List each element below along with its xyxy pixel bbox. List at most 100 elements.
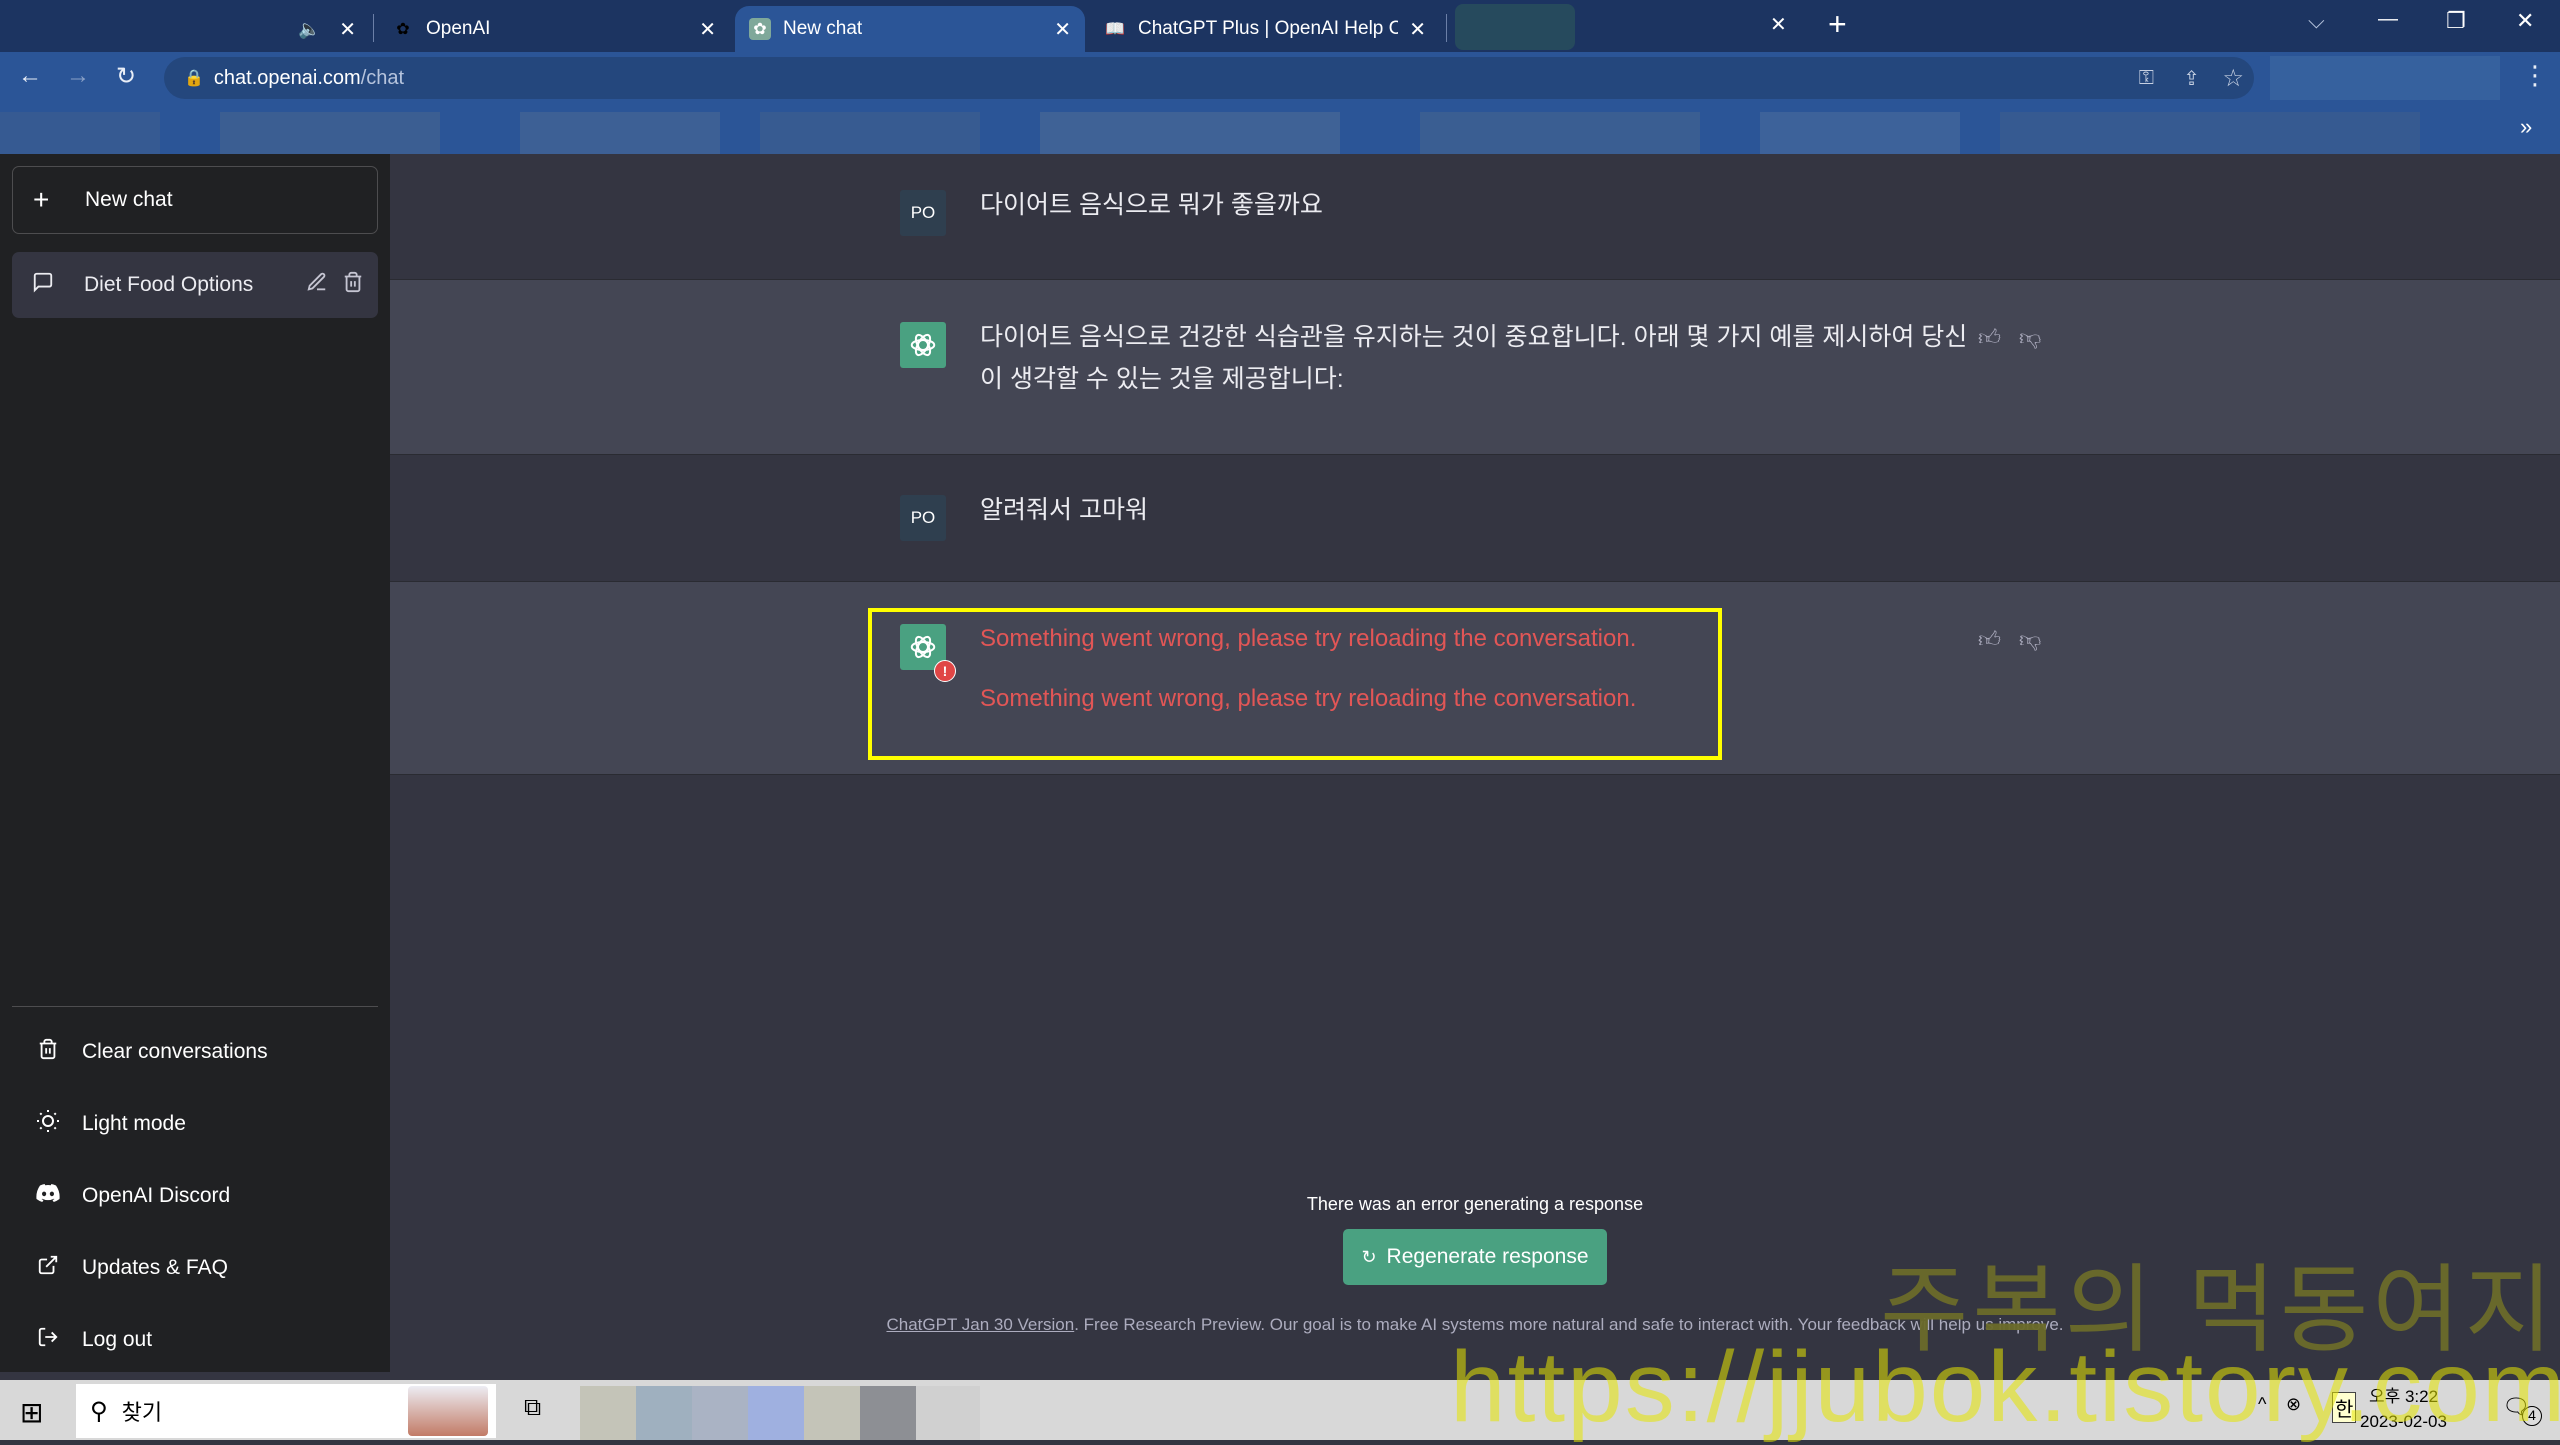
message-text: 알려줘서 고마워 xyxy=(980,496,1148,524)
blurred-taskbar-apps[interactable] xyxy=(580,1386,980,1440)
blurred-tab[interactable] xyxy=(1455,4,1575,50)
tab-close-button[interactable]: ✕ xyxy=(1054,17,1071,42)
tab-separator xyxy=(1446,14,1447,42)
tab-close-button[interactable]: ✕ xyxy=(1409,17,1426,42)
edit-pencil-icon[interactable] xyxy=(306,271,328,299)
light-mode-button[interactable]: Light mode xyxy=(12,1094,378,1154)
message-row-assistant: 다이어트 음식으로 건강한 식습관을 유지하는 것이 중요합니다. 아래 몇 가… xyxy=(390,280,2560,455)
menu-label: Updates & FAQ xyxy=(82,1256,228,1279)
tab-close-button[interactable]: ✕ xyxy=(339,17,356,42)
url-text[interactable]: chat.openai.com/chat xyxy=(214,67,404,90)
blurred-bookmark[interactable] xyxy=(520,112,720,154)
tab-muted[interactable]: 🔈 ✕ xyxy=(290,6,370,52)
blurred-bookmark[interactable] xyxy=(1760,112,1960,154)
blurred-bookmark[interactable] xyxy=(1040,112,1340,154)
forward-icon[interactable]: → xyxy=(66,62,90,90)
chatgpt-logo-icon: ✿ xyxy=(749,18,771,40)
sidebar: + New chat Diet Food Options Clear conve… xyxy=(0,154,390,1372)
menu-label: Clear conversations xyxy=(82,1040,268,1063)
restore-button[interactable]: ❐ xyxy=(2446,8,2466,34)
thumbs-up-icon[interactable]: 👍︎ xyxy=(1978,626,2001,653)
feedback-buttons: 👍︎ 👎︎ xyxy=(1978,324,2041,351)
menu-kebab-icon[interactable]: ⋮ xyxy=(2522,60,2548,91)
search-label: 찾기 xyxy=(121,1400,163,1425)
blurred-bookmark[interactable] xyxy=(220,112,440,154)
book-icon: 📖 xyxy=(1105,21,1125,38)
reload-icon[interactable]: ↻ xyxy=(116,62,136,91)
openai-discord-link[interactable]: OpenAI Discord xyxy=(12,1166,378,1226)
tab-new-chat[interactable]: ✿ New chat ✕ xyxy=(735,6,1085,52)
openai-logo-icon: ✿ xyxy=(396,21,410,38)
updates-faq-link[interactable]: Updates & FAQ xyxy=(12,1238,378,1298)
blurred-bookmark[interactable] xyxy=(1420,112,1700,154)
tab-search-button[interactable]: ⌵ xyxy=(2308,8,2325,34)
back-icon[interactable]: ← xyxy=(18,62,42,90)
thumbs-down-icon[interactable]: 👎︎ xyxy=(2019,324,2041,351)
browser-toolbar: ← → ↻ 🔒 chat.openai.com/chat ⚿ ⇪ ☆ ⋮ xyxy=(0,52,2560,102)
menu-label: Log out xyxy=(82,1328,153,1351)
regenerate-label: Regenerate response xyxy=(1386,1245,1589,1268)
log-out-button[interactable]: Log out xyxy=(12,1310,378,1370)
trash-icon xyxy=(30,1038,66,1066)
bookmark-star-icon[interactable]: ☆ xyxy=(2222,64,2244,93)
speaker-icon[interactable]: 🔈 xyxy=(298,19,320,40)
task-view-icon[interactable]: ⧉ xyxy=(524,1394,541,1422)
menu-label: OpenAI Discord xyxy=(82,1184,231,1207)
tab-title: New chat xyxy=(783,18,863,39)
windows-start-icon[interactable]: ⊞ xyxy=(20,1396,43,1429)
thumbs-down-icon[interactable]: 👎︎ xyxy=(2019,626,2041,653)
conversation-item[interactable]: Diet Food Options xyxy=(12,252,378,318)
share-icon[interactable]: ⇪ xyxy=(2183,66,2200,91)
blurred-bookmark[interactable] xyxy=(760,112,980,154)
tab-close-button[interactable]: ✕ xyxy=(699,17,716,42)
thumbs-up-icon[interactable]: 👍︎ xyxy=(1978,324,2001,351)
external-link-icon xyxy=(30,1254,66,1282)
chat-main: PO 다이어트 음식으로 뭐가 좋을까요 다이어트 음식으로 건강한 식습관을 … xyxy=(390,154,2560,1372)
new-chat-label: New chat xyxy=(85,188,173,211)
tab-separator xyxy=(373,14,374,42)
key-icon[interactable]: ⚿ xyxy=(2139,67,2154,90)
chatgpt-avatar: ! xyxy=(900,624,956,682)
new-tab-button[interactable]: + xyxy=(1828,6,1847,43)
tab-close-button[interactable]: ✕ xyxy=(1770,12,1800,37)
message-row-user: PO 다이어트 음식으로 뭐가 좋을까요 xyxy=(390,154,2560,280)
clear-conversations-button[interactable]: Clear conversations xyxy=(12,1022,378,1082)
menu-label: Light mode xyxy=(82,1112,186,1135)
minimize-button[interactable]: — xyxy=(2378,8,2398,31)
version-link[interactable]: ChatGPT Jan 30 Version xyxy=(886,1315,1074,1334)
watermark-url: https://jjubok.tistory.com xyxy=(1450,1331,2560,1443)
taskbar-search-box[interactable]: ⚲ 찾기 xyxy=(76,1384,496,1438)
tab-openai[interactable]: ✿ OpenAI ✕ xyxy=(380,6,730,52)
delete-trash-icon[interactable] xyxy=(342,271,364,299)
plus-icon: + xyxy=(33,184,50,215)
tab-chatgpt-plus-help[interactable]: 📖 ChatGPT Plus | OpenAI Help Ce ✕ xyxy=(1090,6,1440,52)
browser-tab-strip: 🔈 ✕ ✿ OpenAI ✕ ✿ New chat ✕ 📖 ChatGPT Pl… xyxy=(0,0,2560,52)
search-icon: ⚲ xyxy=(90,1397,108,1425)
tab-title: OpenAI xyxy=(426,18,491,39)
message-text: 다이어트 음식으로 뭐가 좋을까요 xyxy=(980,191,1323,219)
message-row-user: PO 알려줘서 고마워 xyxy=(390,455,2560,582)
bookmarks-bar: » xyxy=(0,102,2560,154)
sun-icon xyxy=(30,1109,66,1139)
lock-icon[interactable]: 🔒 xyxy=(184,68,204,88)
more-bookmarks-icon[interactable]: » xyxy=(2520,114,2532,140)
tab-title: ChatGPT Plus | OpenAI Help Ce xyxy=(1138,18,1398,39)
regenerate-response-button[interactable]: ↻ Regenerate response xyxy=(1343,1229,1607,1285)
error-message-1: Something went wrong, please try reloadi… xyxy=(980,625,1637,652)
sidebar-divider xyxy=(12,1006,378,1007)
feedback-buttons: 👍︎ 👎︎ xyxy=(1978,626,2041,653)
message-text: 다이어트 음식으로 건강한 식습관을 유지하는 것이 중요합니다. 아래 몇 가… xyxy=(980,323,1968,393)
search-highlight-image xyxy=(408,1386,488,1436)
discord-icon xyxy=(30,1183,66,1209)
blurred-extensions[interactable] xyxy=(2270,56,2500,100)
blurred-bookmark[interactable] xyxy=(0,112,160,154)
chatgpt-avatar xyxy=(900,322,946,368)
close-window-button[interactable]: ✕ xyxy=(2516,8,2534,34)
message-row-assistant-error: ! Something went wrong, please try reloa… xyxy=(390,582,2560,775)
error-badge-icon: ! xyxy=(934,660,956,682)
blurred-bookmark[interactable] xyxy=(2000,112,2420,154)
user-avatar: PO xyxy=(900,495,946,541)
new-chat-button[interactable]: + New chat xyxy=(12,166,378,234)
chat-bubble-icon xyxy=(32,271,64,299)
address-bar[interactable]: 🔒 chat.openai.com/chat ⚿ ⇪ ☆ xyxy=(164,57,2254,99)
